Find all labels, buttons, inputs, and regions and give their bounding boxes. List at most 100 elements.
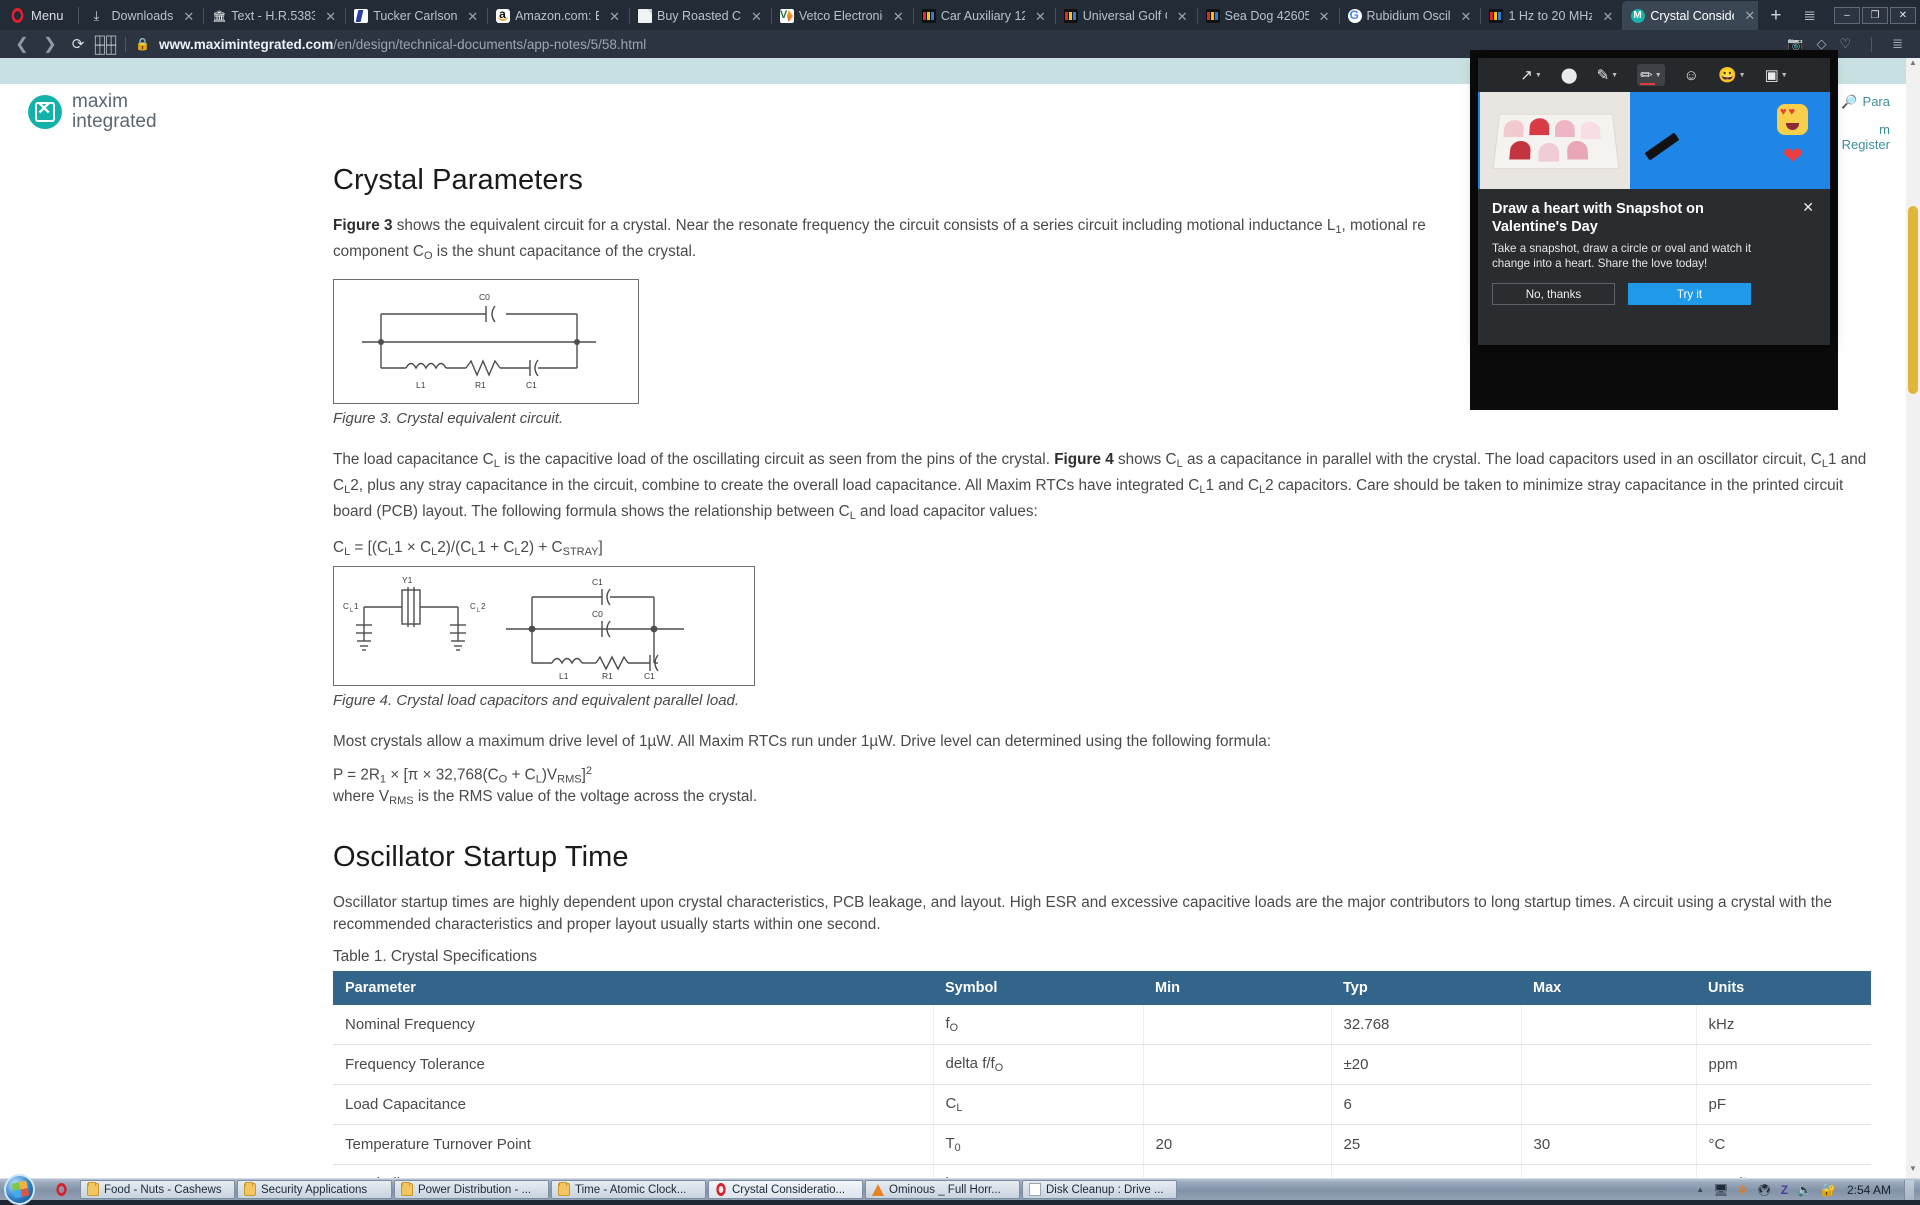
taskbar-task[interactable]: Security Applications: [237, 1180, 392, 1199]
note-a: where V: [333, 788, 390, 806]
tab-close-icon[interactable]: ✕: [178, 10, 199, 23]
taskbar-task[interactable]: Disk Cleanup : Drive ...: [1022, 1180, 1177, 1199]
browser-tab[interactable]: Car Auxiliary 12 ✕: [912, 2, 1055, 30]
back-icon[interactable]: ❮: [8, 34, 36, 54]
emoji-tool-icon[interactable]: 😀 ▼: [1718, 66, 1746, 84]
tab-close-icon[interactable]: ✕: [1597, 10, 1618, 23]
scroll-down-icon[interactable]: ▼: [1906, 1164, 1920, 1178]
url-text[interactable]: www.maximintegrated.com/en/design/techni…: [159, 37, 646, 52]
taskbar-task[interactable]: Food - Nuts - Cashews: [80, 1180, 235, 1199]
browser-tab[interactable]: Vetco Electronic ✕: [770, 2, 913, 30]
tab-divider: [1054, 8, 1056, 24]
tab-close-icon[interactable]: ✕: [1172, 10, 1193, 23]
cookie-heart: [1555, 120, 1575, 138]
scrollbar-thumb[interactable]: [1908, 206, 1918, 394]
antivirus-icon[interactable]: ✲: [1737, 1183, 1747, 1197]
new-tab-button[interactable]: +: [1758, 5, 1793, 30]
close-button[interactable]: ✕: [1890, 6, 1916, 24]
tab-title: Vetco Electronic: [798, 9, 883, 23]
tab-menu-icon[interactable]: ≣: [1793, 6, 1832, 24]
security-icon[interactable]: 🔐: [1821, 1183, 1836, 1197]
close-icon[interactable]: ✕: [1802, 199, 1814, 216]
maximize-button[interactable]: ❐: [1862, 6, 1888, 24]
browser-tab[interactable]: 1 Hz to 20 MHz ✕: [1480, 2, 1622, 30]
browser-tab[interactable]: Rubidium Oscil ✕: [1338, 2, 1481, 30]
speed-dial-icon[interactable]: ◫◫ ◫◫: [92, 33, 118, 55]
paragraph-2: The load capacitance CL is the capacitiv…: [333, 449, 1878, 527]
quicklaunch-opera[interactable]: [46, 1183, 76, 1196]
sticker-tool-icon[interactable]: ☺: [1684, 67, 1699, 84]
volume-icon[interactable]: 🔈: [1797, 1183, 1812, 1197]
cell-typ: 32.768: [1331, 1005, 1522, 1046]
cell-max: 30: [1521, 1124, 1697, 1166]
browser-tab[interactable]: Downloads ✕: [84, 2, 204, 30]
cell-parameter: Frequency Tolerance: [333, 1044, 934, 1086]
zonealarm-icon[interactable]: Z: [1781, 1183, 1788, 1197]
taskbar-clock[interactable]: 2:54 AM: [1845, 1183, 1895, 1197]
register-link[interactable]: Register: [1842, 137, 1890, 152]
browser-tab[interactable]: Tucker Carlson: ✕: [345, 2, 487, 30]
pen-tool-icon[interactable]: ✎ ▼: [1597, 66, 1619, 84]
taskbar-task[interactable]: Power Distribution - ...: [394, 1180, 549, 1199]
forward-icon[interactable]: ❯: [36, 34, 64, 54]
browser-tab[interactable]: Text - H.R.5383 ✕: [203, 2, 345, 30]
text-tool-icon[interactable]: ▣ ▼: [1765, 66, 1788, 84]
cell-units: pF: [1696, 1084, 1871, 1126]
browser-window: Menu Downloads✕Text - H.R.5383✕Tucker Ca…: [0, 0, 1920, 1178]
table-column-header: Min: [1143, 971, 1331, 1006]
cookie-heart: [1580, 121, 1601, 140]
table-row: Parabolic Curvature Constantk 0.042ppm/°C: [333, 1164, 1871, 1178]
tab-close-icon[interactable]: ✕: [1314, 10, 1335, 23]
browser-tab[interactable]: Sea Dog 42605 ✕: [1196, 2, 1339, 30]
settings-sliders-icon[interactable]: ≣: [1892, 36, 1903, 52]
heart-icon[interactable]: ♡: [1839, 36, 1851, 52]
tab-close-icon[interactable]: ✕: [888, 10, 909, 23]
taskbar-task-list: Food - Nuts - Cashews Security Applicatio…: [76, 1180, 1177, 1199]
show-desktop-button[interactable]: [1904, 1179, 1914, 1200]
no-thanks-button[interactable]: No, thanks: [1492, 283, 1615, 305]
tab-close-icon[interactable]: ✕: [604, 10, 625, 23]
taskbar-task[interactable]: Ominous _ Full Horr...: [865, 1180, 1020, 1199]
opera-menu-button[interactable]: Menu: [0, 0, 76, 30]
tab-close-icon[interactable]: ✕: [320, 10, 341, 23]
svg-text:C: C: [343, 602, 349, 611]
try-it-button[interactable]: Try it: [1628, 283, 1751, 305]
parametric-search-link[interactable]: 🔎 Para: [1841, 94, 1890, 110]
show-hidden-icons-icon[interactable]: ▲: [1696, 1185, 1704, 1194]
browser-tab[interactable]: Universal Golf C ✕: [1054, 2, 1197, 30]
tucker-carlson-icon: [354, 9, 369, 23]
tab-close-icon[interactable]: ✕: [1456, 10, 1477, 23]
reload-icon[interactable]: ⟳: [64, 35, 92, 53]
lock-icon[interactable]: 🔒: [135, 37, 150, 51]
display-icon[interactable]: 🖲: [1756, 1183, 1771, 1197]
browser-tab[interactable]: Buy Roasted Ca ✕: [629, 2, 771, 30]
start-button[interactable]: [0, 1173, 46, 1205]
taskbar-task[interactable]: Crystal Consideratio...: [708, 1180, 863, 1199]
tab-close-icon[interactable]: ✕: [1739, 9, 1758, 22]
page-scrollbar[interactable]: ▲ ▼: [1906, 58, 1920, 1178]
text-tool-chevron-icon: ▼: [1780, 71, 1788, 79]
tab-title: Universal Golf C: [1082, 9, 1167, 23]
cell-typ: 6: [1331, 1084, 1522, 1126]
maxim-logo[interactable]: maxim integrated: [28, 91, 157, 132]
tab-close-icon[interactable]: ✕: [462, 10, 483, 23]
paragraph-1-b: , motional re: [1341, 217, 1426, 234]
p2-2: is the capacitive load of the oscillatin…: [499, 451, 1055, 469]
marker-tool-icon[interactable]: ✏ ▼: [1637, 64, 1665, 86]
cell-units: ppm: [1696, 1044, 1871, 1086]
taskbar-task[interactable]: Time - Atomic Clock...: [551, 1180, 706, 1199]
tab-close-icon[interactable]: ✕: [1030, 10, 1051, 23]
network-icon[interactable]: 🖥: [1713, 1183, 1728, 1197]
blur-tool-icon[interactable]: ⬤: [1561, 66, 1578, 84]
minimize-button[interactable]: –: [1834, 6, 1860, 24]
svg-text:L1: L1: [559, 671, 569, 681]
snapshot-promo-title: Draw a heart with Snapshot on Valentine'…: [1492, 201, 1704, 235]
browser-tab[interactable]: Amazon.com: E ✕: [487, 2, 629, 30]
tab-divider: [1480, 8, 1482, 24]
scroll-up-icon[interactable]: ▲: [1906, 58, 1920, 72]
tab-close-icon[interactable]: ✕: [746, 10, 767, 23]
cell-parameter: Parabolic Curvature Constant: [333, 1164, 934, 1178]
arrow-tool-icon[interactable]: ↗ ▼: [1520, 66, 1542, 84]
browser-tab[interactable]: Crystal Conside ✕: [1622, 1, 1759, 30]
formula-drive-level: P = 2R1 × [π × 32,768(CO + CL)VRMS]2 P =…: [333, 765, 592, 787]
